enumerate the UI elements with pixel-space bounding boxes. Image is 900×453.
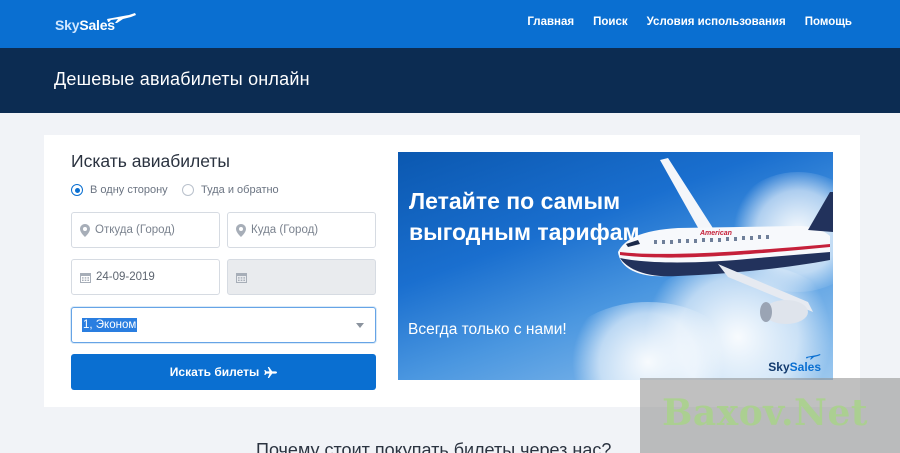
top-navbar: SkySales Главная Поиск Условия использов… bbox=[0, 0, 900, 48]
to-city-field[interactable]: Куда (Город) bbox=[227, 212, 376, 248]
hero-banner: Дешевые авиабилеты онлайн bbox=[0, 48, 900, 113]
site-logo[interactable]: SkySales bbox=[55, 10, 145, 38]
logo-plane-icon bbox=[107, 13, 136, 23]
return-date-field bbox=[227, 259, 376, 295]
passengers-class-value: 1, Эконом bbox=[82, 318, 138, 332]
banner-headline: Летайте по самым выгодным тарифам bbox=[409, 188, 640, 245]
depart-date-field[interactable]: 24-09-2019 bbox=[71, 259, 220, 295]
depart-date-value: 24-09-2019 bbox=[96, 271, 155, 283]
nav-link-terms[interactable]: Условия использования bbox=[647, 16, 786, 28]
nav-link-help[interactable]: Помощь bbox=[805, 16, 852, 28]
trip-option-one-way[interactable]: В одну сторону bbox=[71, 184, 168, 196]
page-title: Дешевые авиабилеты онлайн bbox=[54, 69, 310, 89]
radio-round-trip[interactable] bbox=[182, 184, 194, 196]
main-nav: Главная Поиск Условия использования Помо… bbox=[527, 16, 852, 28]
calendar-icon bbox=[80, 272, 91, 283]
nav-link-search[interactable]: Поиск bbox=[593, 16, 628, 28]
passengers-class-select[interactable]: 1, Эконом bbox=[71, 307, 376, 343]
search-tickets-label: Искать билеты bbox=[169, 365, 260, 379]
location-pin-icon bbox=[80, 223, 90, 237]
banner-logo-plane-icon bbox=[806, 354, 821, 360]
from-city-placeholder: Откуда (Город) bbox=[95, 224, 175, 236]
radio-one-way[interactable] bbox=[71, 184, 83, 196]
search-tickets-button[interactable]: Искать билеты bbox=[71, 354, 376, 390]
nav-link-home[interactable]: Главная bbox=[527, 16, 574, 28]
why-section-title: Почему стоит покупать билеты через нас? bbox=[256, 440, 612, 453]
trip-option-round-trip[interactable]: Туда и обратно bbox=[182, 184, 279, 196]
aircraft-livery-text: American bbox=[699, 230, 732, 237]
search-form-title: Искать авиабилеты bbox=[71, 151, 231, 171]
banner-logo: SkySales bbox=[768, 360, 821, 374]
calendar-icon bbox=[236, 272, 247, 283]
radio-round-trip-label: Туда и обратно bbox=[201, 184, 279, 196]
promo-banner: American Летайте по самым выгодным тариф… bbox=[398, 152, 833, 380]
radio-one-way-label: В одну сторону bbox=[90, 184, 168, 196]
chevron-down-icon bbox=[356, 323, 364, 328]
watermark-text: Baxov.Net bbox=[662, 392, 868, 434]
banner-subline: Всегда только с нами! bbox=[408, 321, 567, 338]
location-pin-icon bbox=[236, 223, 246, 237]
airplane-icon bbox=[264, 366, 278, 378]
to-city-placeholder: Куда (Город) bbox=[251, 224, 319, 236]
from-city-field[interactable]: Откуда (Город) bbox=[71, 212, 220, 248]
